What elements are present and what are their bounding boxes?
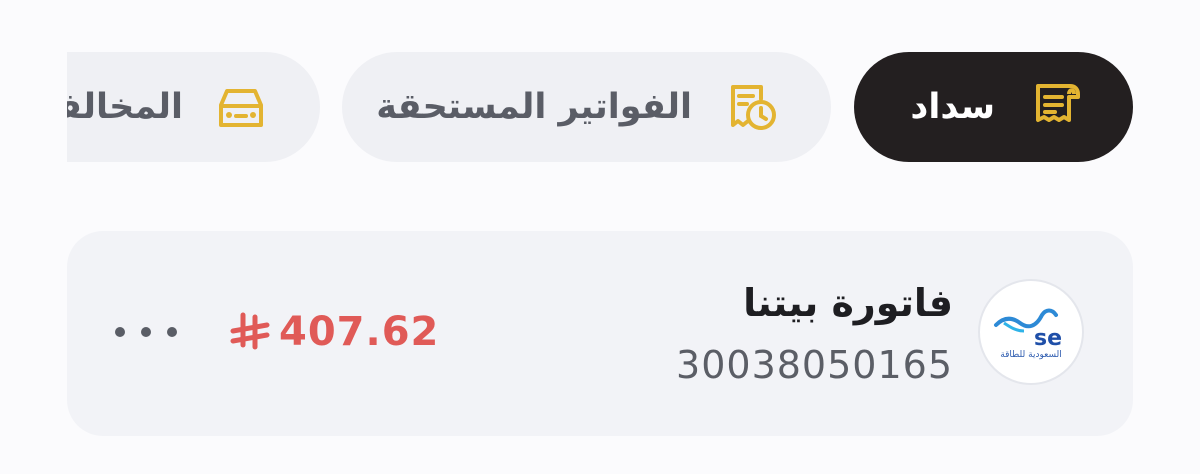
tab-sadad[interactable]: سداد bbox=[854, 52, 1133, 162]
bill-title: فاتورة بيتنا bbox=[743, 281, 953, 325]
tab-violations[interactable]: المخالفات bbox=[67, 52, 320, 162]
bill-account-number: 30038050165 bbox=[676, 343, 953, 387]
amount-value: 407.62 bbox=[279, 309, 440, 355]
tabs-bar: سداد الفواتير المستحقة المخالفات bbox=[67, 52, 1200, 164]
car-icon bbox=[213, 79, 269, 135]
tab-sadad-label: سداد bbox=[910, 87, 995, 127]
more-icon-dot bbox=[167, 327, 177, 337]
provider-logo: se السعودية للطاقة bbox=[978, 279, 1084, 385]
more-options-button[interactable] bbox=[115, 319, 177, 345]
more-icon-dot bbox=[141, 327, 151, 337]
tab-due-bills[interactable]: الفواتير المستحقة bbox=[342, 52, 831, 162]
tab-due-bills-label: الفواتير المستحقة bbox=[376, 87, 692, 127]
more-icon-dot bbox=[115, 327, 125, 337]
tab-violations-label: المخالفات bbox=[67, 87, 183, 127]
bill-card[interactable]: se السعودية للطاقة فاتورة بيتنا 30038050… bbox=[67, 231, 1133, 436]
provider-name: السعودية للطاقة bbox=[1000, 350, 1062, 360]
svg-text:se: se bbox=[1034, 326, 1062, 351]
bill-clock-icon bbox=[725, 79, 781, 135]
receipt-icon bbox=[1028, 79, 1084, 135]
bill-amount: 407.62 bbox=[229, 309, 439, 355]
riyal-icon bbox=[229, 311, 271, 353]
